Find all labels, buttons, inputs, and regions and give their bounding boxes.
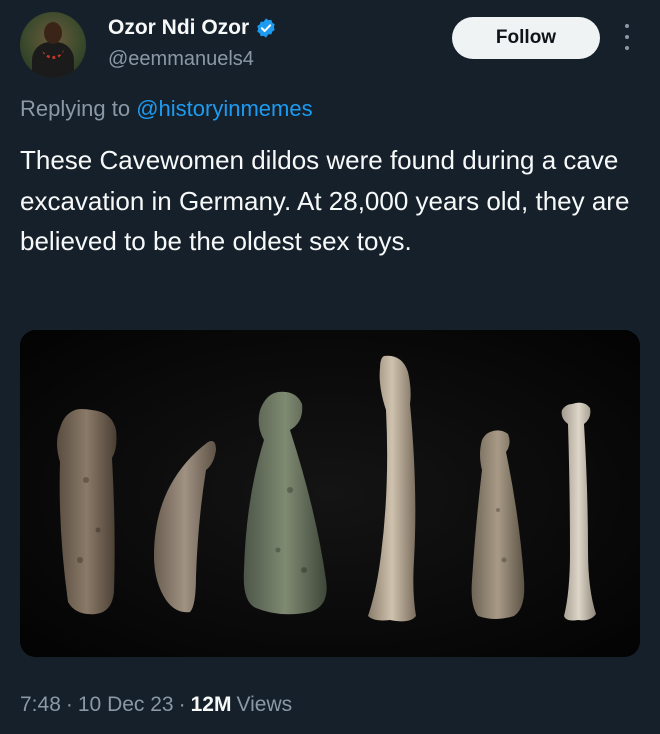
follow-button[interactable]: Follow — [452, 17, 600, 59]
meta-separator: · — [178, 693, 186, 716]
replying-to-label: Replying to — [20, 96, 131, 121]
views-label: Views — [236, 693, 293, 716]
artifact-1 — [57, 409, 117, 615]
author-handle[interactable]: @eemmanuels4 — [108, 48, 254, 71]
tweet-time[interactable]: 7:48 — [20, 693, 61, 717]
tweet-header: Ozor Ndi Ozor @eemmanuels4 Follow — [20, 8, 640, 88]
reply-mention-link[interactable]: @historyinmemes — [136, 96, 312, 121]
tweet-image[interactable] — [20, 330, 640, 657]
avatar[interactable] — [20, 12, 86, 78]
meta-separator: · — [65, 693, 73, 716]
tweet-date[interactable]: 10 Dec 23 — [78, 693, 174, 717]
tweet-text: These Cavewomen dildos were found during… — [20, 145, 630, 256]
more-vertical-icon[interactable] — [620, 22, 634, 52]
author-name-row: Ozor Ndi Ozor — [108, 16, 277, 40]
replying-to: Replying to @historyinmemes — [20, 96, 313, 122]
author-name[interactable]: Ozor Ndi Ozor — [108, 16, 249, 40]
tweet-meta: 7:48 · 10 Dec 23 · 12M Views — [20, 693, 292, 717]
verified-badge-icon — [257, 18, 275, 38]
views-count: 12M — [190, 693, 232, 716]
artifacts-photo — [20, 330, 640, 657]
